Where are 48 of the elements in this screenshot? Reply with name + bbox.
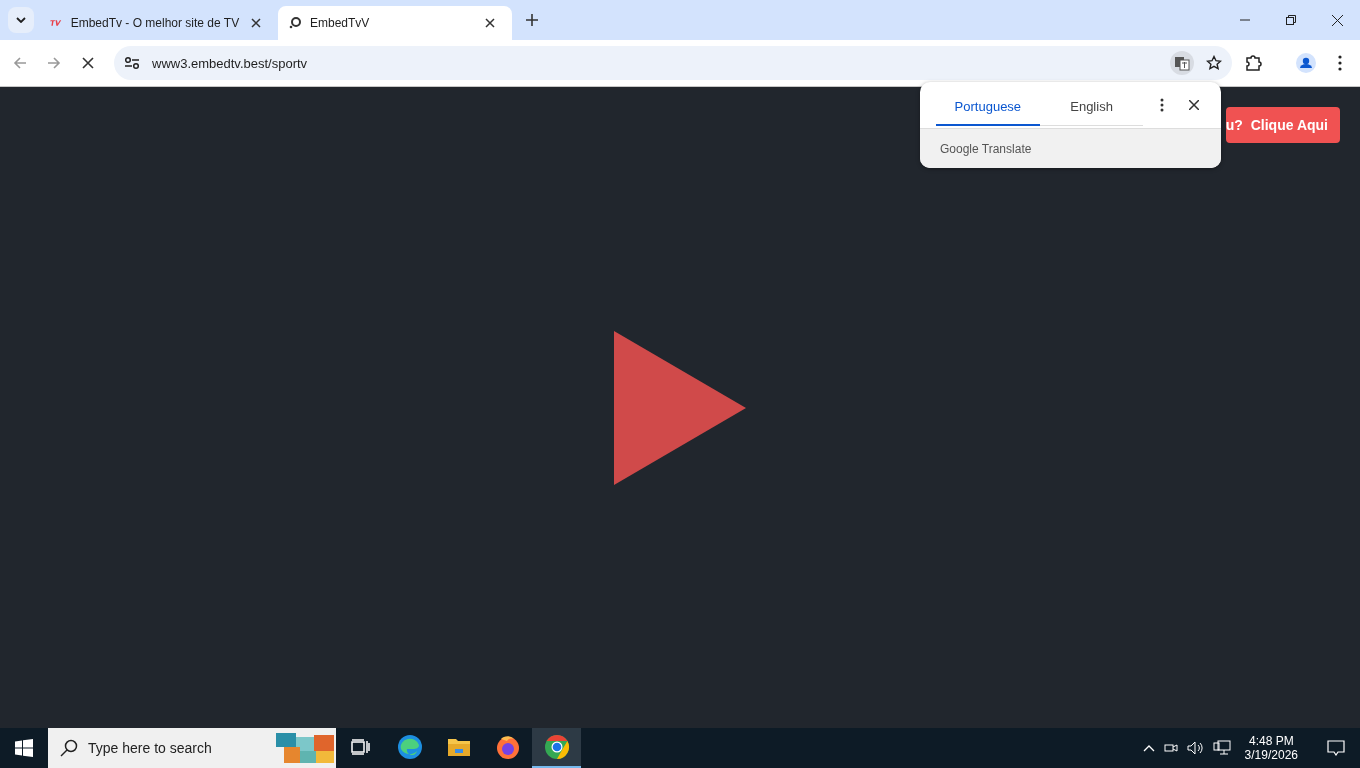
translate-icon: [1174, 55, 1190, 71]
edge-icon: [396, 734, 423, 760]
translate-button[interactable]: [1170, 51, 1194, 75]
close-icon: [250, 18, 261, 28]
loading-icon: [288, 16, 302, 30]
language-tab[interactable]: Portuguese: [936, 88, 1040, 126]
taskbar-clock[interactable]: 4:48 PM 3/19/2026: [1238, 734, 1304, 762]
folder-icon: [446, 737, 471, 757]
network-icon[interactable]: [1212, 740, 1231, 756]
translate-attribution: Google Translate: [940, 141, 1032, 156]
windows-logo-icon: [15, 739, 33, 757]
minimize-icon: [1240, 19, 1250, 21]
tv-logo-icon: [50, 18, 63, 28]
tab-search-button[interactable]: [8, 7, 34, 33]
sliders-icon: [124, 56, 140, 70]
chevron-up-icon[interactable]: [1142, 744, 1155, 752]
taskbar-app-button[interactable]: [532, 728, 581, 768]
arrow-right-icon: [47, 56, 61, 70]
puzzle-icon: [1245, 54, 1263, 72]
browser-tab[interactable]: EmbedTvV: [278, 6, 512, 40]
close-icon: [1189, 100, 1200, 110]
tab-title: EmbedTvV: [310, 16, 371, 30]
arrow-left-icon: [13, 56, 27, 70]
tab-title: EmbedTv - O melhor site de TV: [70, 16, 240, 30]
language-tab[interactable]: English: [1039, 88, 1144, 126]
search-placeholder: Type here to search: [88, 740, 213, 756]
kebab-menu-icon: [1338, 55, 1342, 71]
firefox-icon: [494, 734, 521, 760]
star-icon: [1206, 55, 1222, 71]
task-view-icon: [350, 739, 371, 755]
taskbar-search-field[interactable]: Type here to search: [48, 728, 336, 768]
chevron-down-icon: [16, 17, 26, 23]
plus-icon: [526, 14, 538, 26]
close-icon: [82, 57, 94, 69]
speech-bubble-icon: [1327, 740, 1345, 756]
chrome-icon: [543, 734, 570, 760]
url-text: www3.embedtv.best/sportv: [152, 55, 309, 71]
avatar-icon: [1296, 53, 1316, 73]
close-icon: [485, 18, 495, 28]
kebab-menu-icon: [1160, 98, 1165, 112]
search-icon: [60, 739, 78, 757]
restore-icon: [1286, 15, 1296, 25]
address-bar[interactable]: www3.embedtv.best/sportv: [114, 46, 1232, 80]
play-icon[interactable]: [614, 330, 746, 485]
browser-tab[interactable]: EmbedTv - O melhor site de TV: [40, 6, 274, 40]
profile-button[interactable]: [1294, 51, 1318, 75]
speaker-icon[interactable]: [1186, 740, 1205, 756]
close-icon: [1331, 14, 1343, 26]
